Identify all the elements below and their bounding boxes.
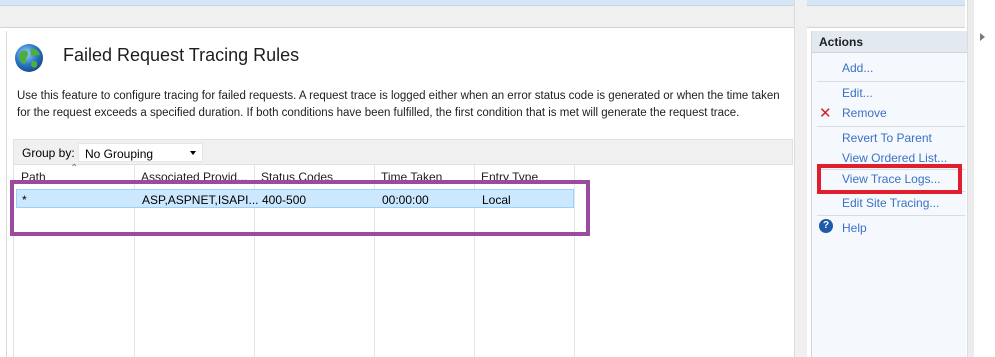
chevron-down-icon [190,151,196,155]
page-description: Use this feature to configure tracing fo… [17,90,780,119]
divider [817,215,965,216]
top-toolbar [0,0,965,28]
group-by-value: No Grouping [85,147,154,161]
action-revert-to-parent[interactable]: Revert To Parent [842,131,932,145]
divider [817,81,965,82]
page-title: Failed Request Tracing Rules [63,45,300,65]
group-by-bar: Group by: No Grouping [13,139,793,165]
chevron-right-icon[interactable] [980,33,985,41]
splitter[interactable] [794,0,807,357]
help-icon: ? [819,219,833,233]
row-highlight-box [10,180,590,236]
group-by-label: Group by: [22,146,75,160]
scrollbar[interactable] [968,0,974,357]
title-strip [0,0,965,6]
globe-icon [15,44,43,72]
action-help[interactable]: Help [842,221,867,235]
collapsed-side-panel [967,0,995,357]
group-by-select[interactable]: No Grouping [78,143,203,162]
action-view-ordered-list[interactable]: View Ordered List... [842,151,947,165]
actions-header-label: Actions [819,35,864,49]
action-edit[interactable]: Edit... [842,86,873,100]
remove-icon: ✕ [819,105,832,122]
action-remove[interactable]: Remove [842,106,887,120]
actions-pane: Actions Add... Edit... ✕ Remove Revert T… [811,31,967,357]
divider [817,126,965,127]
actions-header: Actions [812,31,967,53]
sort-indicator-icon: ⌃ [70,163,79,174]
action-edit-site-tracing[interactable]: Edit Site Tracing... [842,196,939,210]
view-trace-logs-highlight-box [817,164,962,194]
action-add[interactable]: Add... [842,61,873,75]
